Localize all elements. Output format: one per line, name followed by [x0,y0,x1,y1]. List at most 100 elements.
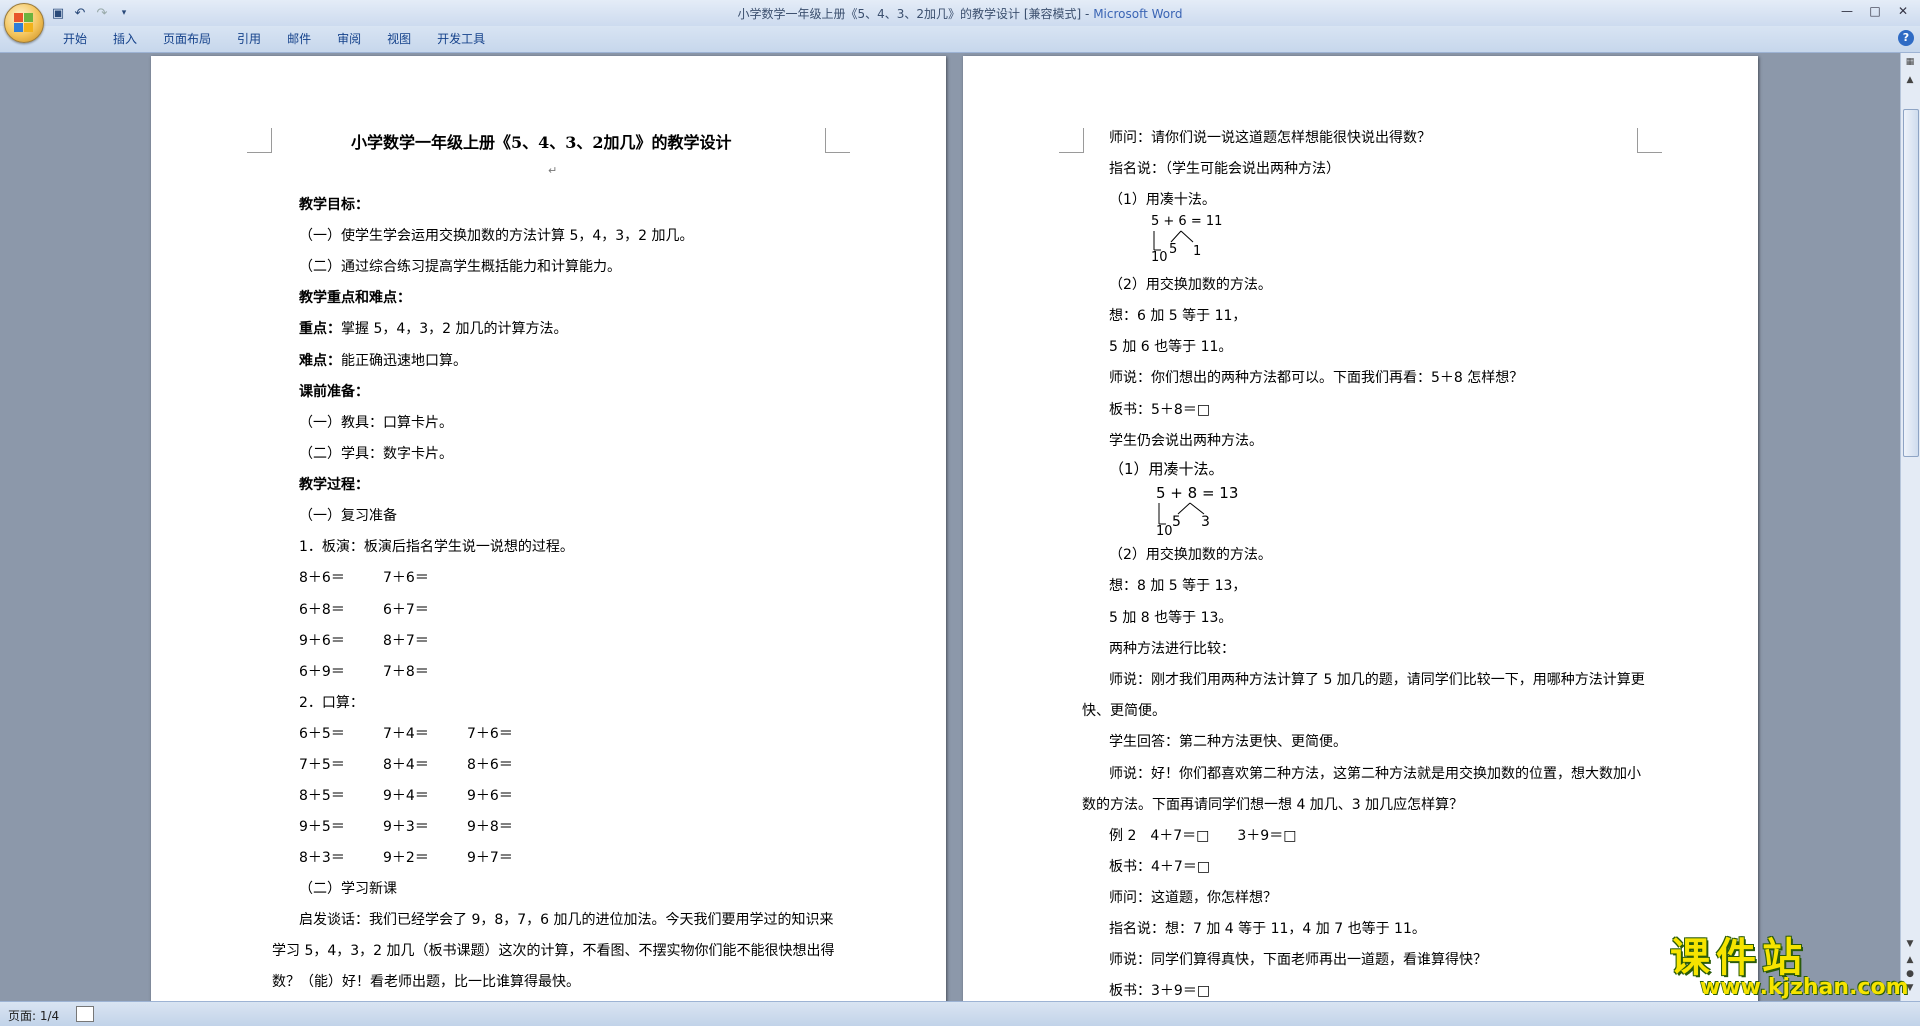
line-teacher-praise-1: 师说：好！你们都喜欢第二种方法，这第二种方法就是用交换加数的位置，想大数加小 [1109,766,1641,782]
diagram-part-b: 3 [1201,514,1210,530]
line-compare: 两种方法进行比较： [1109,641,1235,657]
keypoint-text: 掌握 5，4，3，2 加几的计算方法。 [341,321,568,337]
drill-cell: 9＋7＝ [467,850,513,866]
page-count[interactable]: 页面: 1/4 [8,1007,59,1024]
line-keypoint: 重点：掌握 5，4，3，2 加几的计算方法。 [299,320,568,338]
diagram-part-a: 5 [1172,514,1181,530]
line-teaching-aids: （一）教具：口算卡片。 [299,415,453,431]
scrollbar-thumb[interactable] [1903,109,1919,457]
scroll-down-icon[interactable]: ▼ [1903,937,1917,951]
tab-page-layout[interactable]: 页面布局 [150,30,224,48]
drill-cell: 8＋4＝ [383,757,429,773]
site-watermark: 课件站 www.kjzhan.com [1666,925,1909,1001]
line-board-exercise: 1．板演：板演后指名学生说一说想的过程。 [299,539,574,555]
title-bar: ▣ ↶ ↷ ▾ 小学数学一年级上册《5、4、3、2加几》的教学设计 [兼容模式]… [0,0,1920,26]
drill-cell: 8＋7＝ [383,633,429,649]
line-method-1b: （1）用凑十法。 [1109,460,1224,478]
tab-home[interactable]: 开始 [50,30,100,48]
line-board-writing-3: 板书：3＋9＝□ [1109,983,1211,999]
drill-cell: 9＋6＝ [467,788,513,804]
line-think-2: 5 加 6 也等于 11。 [1109,339,1233,355]
drill-cell: 9＋2＝ [383,850,429,866]
line-students-two-methods: 学生仍会说出两种方法。 [1109,433,1263,449]
proofing-icon[interactable] [76,1006,94,1022]
line-method-2b: （2）用交换加数的方法。 [1109,547,1272,563]
drill-cell: 8＋3＝ [299,850,345,866]
drill-cell: 6＋7＝ [383,602,429,618]
line-teacher-says: 师说：你们想出的两种方法都可以。下面我们再看：5＋8 怎样想？ [1109,370,1524,386]
line-oral-heading: 2．口算： [299,695,364,711]
drill-cell: 7＋8＝ [383,664,429,680]
line-difficulty: 难点：能正确迅速地口算。 [299,352,467,370]
line-board-writing: 板书：5＋8＝□ [1109,402,1211,418]
maximize-icon[interactable]: □ [1862,2,1888,20]
drill-cell: 8＋5＝ [299,788,345,804]
crop-mark [247,128,272,153]
document-workspace: 小学数学一年级上册《5、4、3、2加几》的教学设计 ↵ 教学目标： （一）使学生… [0,53,1901,1001]
line-example-2: 例 2 4＋7＝□ 3＋9＝□ [1109,828,1297,844]
drill-cell: 8＋6＝ [467,757,513,773]
drill-cell: 6＋8＝ [299,602,345,618]
drill-cell: 9＋6＝ [299,633,345,649]
drill-cell: 9＋8＝ [467,819,513,835]
watermark-url: www.kjzhan.com [1700,975,1909,1000]
line-teacher-ask: 师问：这道题，你怎样想？ [1109,890,1277,906]
help-icon[interactable]: ? [1898,30,1914,46]
diagram-ten: 10 [1156,524,1173,539]
vertical-scrollbar[interactable]: ▦ ▲ ▼ ▲ ● ▼ [1900,53,1920,1001]
line-method-2: （2）用交换加数的方法。 [1109,277,1272,293]
status-bar: 页面: 1/4 [0,1001,1920,1026]
ribbon-tabs: 开始 插入 页面布局 引用 邮件 审阅 视图 开发工具 [50,30,498,48]
line-learning-aids: （二）学具：数字卡片。 [299,446,453,462]
office-button[interactable] [4,3,44,43]
line-think-4: 5 加 8 也等于 13。 [1109,610,1233,626]
line-process-heading: 教学过程： [299,477,369,493]
drill-cell: 9＋5＝ [299,819,345,835]
line-teacher-question: 师问：请你们说一说这道题怎样想能很快说出得数？ [1109,130,1431,146]
previous-page-icon[interactable]: ▲ [1903,953,1917,967]
paragraph-mark: ↵ [548,164,558,177]
scroll-up-icon[interactable]: ▲ [1903,73,1917,87]
document-page-2[interactable]: 师问：请你们说一说这道题怎样想能很快说出得数？ 指名说：（学生可能会说出两种方法… [963,56,1758,1001]
tab-developer[interactable]: 开发工具 [424,30,498,48]
document-page-1[interactable]: 小学数学一年级上册《5、4、3、2加几》的教学设计 ↵ 教学目标： （一）使学生… [151,56,946,1001]
line-teacher-compare-2: 快、更简便。 [1082,703,1166,719]
document-title-text: 小学数学一年级上册《5、4、3、2加几》的教学设计 [兼容模式] - [737,7,1094,21]
line-board-writing-2: 板书：4＋7＝□ [1109,859,1211,875]
drill-cell: 7＋6＝ [383,570,429,586]
line-think-3: 想：8 加 5 等于 13， [1109,578,1247,594]
line-preparation-heading: 课前准备： [299,384,369,400]
make-ten-diagram-1: 5 + 6 = 11 10 5 1 [1151,214,1271,266]
drill-cell: 6＋9＝ [299,664,345,680]
drill-cell: 7＋6＝ [467,726,513,742]
tab-mailings[interactable]: 邮件 [274,30,324,48]
line-review-prep: （一）复习准备 [299,508,397,524]
tab-review[interactable]: 审阅 [324,30,374,48]
window-title: 小学数学一年级上册《5、4、3、2加几》的教学设计 [兼容模式] - Micro… [0,5,1920,22]
line-intro-2: 学习 5，4，3，2 加几（板书课题）这次的计算，不看图、不摆实物你们能不能很快… [272,943,835,959]
tab-view[interactable]: 视图 [374,30,424,48]
tab-insert[interactable]: 插入 [100,30,150,48]
line-teacher-compare-1: 师说：刚才我们用两种方法计算了 5 加几的题，请同学们比较一下，用哪种方法计算更 [1109,672,1645,688]
window-controls: — □ ✕ [1834,2,1916,20]
close-icon[interactable]: ✕ [1890,2,1916,20]
line-new-lesson: （二）学习新课 [299,881,397,897]
minimize-icon[interactable]: — [1834,2,1860,20]
line-method-1: （1）用凑十法。 [1109,192,1216,208]
line-objective-1: （一）使学生学会运用交换加数的方法计算 5，4，3，2 加几。 [299,228,694,244]
diagram-ten: 10 [1151,250,1168,265]
ruler-toggle-icon[interactable]: ▦ [1903,55,1917,69]
crop-mark [1637,128,1662,153]
crop-mark [1059,128,1084,153]
app-name: Microsoft Word [1093,7,1183,21]
difficulty-text: 能正确迅速地口算。 [341,353,467,369]
tab-references[interactable]: 引用 [224,30,274,48]
drill-cell: 8＋6＝ [299,570,345,586]
line-keypoints-heading: 教学重点和难点： [299,290,411,306]
drill-cell: 6＋5＝ [299,726,345,742]
make-ten-diagram-2: 5 + 8 = 13 10 5 3 [1156,484,1296,539]
drill-cell: 7＋5＝ [299,757,345,773]
office-logo-icon [14,13,34,33]
difficulty-label: 难点： [299,353,341,369]
keypoint-label: 重点： [299,321,341,337]
